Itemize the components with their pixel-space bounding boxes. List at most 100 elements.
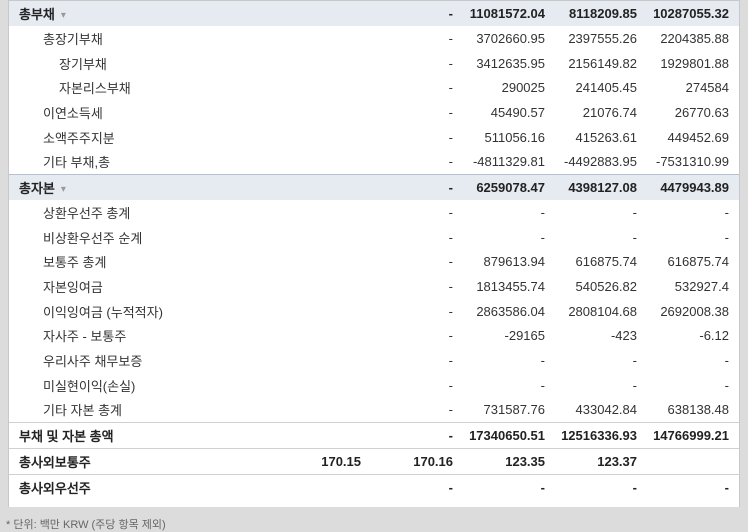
table-row: 자본리스부채 - 290025 241405.45 274584	[9, 75, 739, 100]
value-cell: 433042.84	[575, 402, 637, 418]
value-cell: -4492883.95	[563, 154, 637, 170]
value-cell	[279, 174, 371, 201]
row-label: 부채 및 자본 총액	[19, 429, 114, 445]
value-cell: -4811329.81	[472, 154, 545, 170]
row-label-cell: 보통주 총계	[9, 250, 279, 275]
row-label-cell: 총사외보통주	[9, 448, 279, 475]
row-label-cell: 자본잉여금	[9, 274, 279, 299]
chevron-down-icon[interactable]: ▾	[61, 184, 66, 195]
value-cell: 290025	[501, 80, 545, 96]
value-cell: -	[448, 279, 453, 295]
row-label: 상환우선주 총계	[43, 205, 131, 221]
value-cell: 170.15	[279, 448, 371, 475]
value-cell: 26770.63	[674, 104, 729, 120]
row-label: 이익잉여금 (누적적자)	[43, 304, 163, 320]
row-label-cell: 미실현이익(손실)	[9, 373, 279, 398]
value-cell: -	[463, 474, 555, 501]
row-label: 총부채	[19, 7, 55, 22]
value-cell: 123.35	[463, 448, 555, 475]
value-cell: -	[448, 377, 453, 393]
section-row[interactable]: 총부채 ▾ -11081572.04 8118209.85 10287055.32	[9, 1, 739, 26]
value-cell	[279, 348, 371, 373]
value-cell: 274584	[685, 80, 729, 96]
value-cell	[279, 225, 371, 250]
row-label: 기타 부채,총	[43, 155, 111, 171]
value-cell: 449452.69	[667, 129, 729, 145]
section-row[interactable]: 총자본 ▾ -6259078.47 4398127.08 4479943.89	[9, 174, 739, 201]
total-row: 총사외우선주 - - - -	[9, 474, 739, 501]
total-row: 부채 및 자본 총액 -17340650.51 12516336.93 1476699…	[9, 422, 739, 449]
balance-sheet-panel: 총부채 ▾ -11081572.04 8118209.85 10287055.32 총장기…	[8, 0, 740, 507]
row-label-cell: 이익잉여금 (누적적자)	[9, 299, 279, 324]
table-row: 비상환우선주 순계 - - - -	[9, 225, 739, 250]
row-label: 이연소득세	[43, 105, 103, 121]
value-cell: 616875.74	[667, 254, 729, 270]
unit-footnote: * 단위: 백만 KRW (주당 항목 제외)	[6, 519, 166, 531]
value-cell: -	[448, 254, 453, 270]
value-cell: 616875.74	[575, 254, 637, 270]
value-cell: -	[647, 474, 739, 501]
value-cell: 10287055.32	[647, 1, 739, 26]
value-cell	[279, 26, 371, 51]
value-cell	[279, 422, 371, 449]
value-cell: -	[371, 422, 463, 449]
value-cell	[279, 324, 371, 349]
row-label-cell: 자본리스부채	[9, 75, 279, 100]
value-cell	[279, 149, 371, 174]
row-label-cell: 기타 부채,총	[9, 149, 279, 174]
row-label-cell: 비상환우선주 순계	[9, 225, 279, 250]
value-cell: 21076.74	[582, 104, 637, 120]
value-cell: 638138.48	[667, 402, 729, 418]
value-cell: 731587.76	[483, 402, 545, 418]
row-label: 자본잉여금	[43, 280, 103, 296]
value-cell: 3412635.95	[476, 55, 545, 71]
value-cell: -423	[610, 328, 637, 344]
table-row: 자사주 - 보통주 - -29165 -423 -6.12	[9, 324, 739, 349]
row-label-cell: 기타 자본 총계	[9, 398, 279, 423]
value-cell	[279, 51, 371, 76]
value-cell	[279, 398, 371, 423]
value-cell: -7531310.99	[655, 154, 729, 170]
value-cell: 11081572.04	[463, 1, 555, 26]
value-cell: -	[448, 104, 453, 120]
chevron-down-icon[interactable]: ▾	[61, 10, 66, 21]
value-cell: 2156149.82	[568, 55, 637, 71]
value-cell: -	[448, 154, 453, 170]
value-cell: 14766999.21	[647, 422, 739, 449]
value-cell: -	[448, 328, 453, 344]
row-label: 보통주 총계	[43, 255, 107, 271]
value-cell: 415263.61	[575, 129, 637, 145]
value-cell: -	[448, 129, 453, 145]
value-cell: -	[632, 377, 637, 393]
value-cell: -	[448, 402, 453, 418]
row-label: 자본리스부채	[59, 81, 131, 97]
value-cell	[279, 250, 371, 275]
value-cell: 2204385.88	[660, 30, 729, 46]
table-row: 이연소득세 - 45490.57 21076.74 26770.63	[9, 100, 739, 125]
value-cell: 2397555.26	[568, 30, 637, 46]
row-label: 총사외보통주	[19, 455, 91, 471]
row-label-cell: 총부채 ▾	[9, 1, 279, 26]
value-cell: 123.37	[555, 448, 647, 475]
value-cell: -	[371, 174, 463, 201]
value-cell	[279, 75, 371, 100]
value-cell	[279, 1, 371, 26]
row-label-cell: 총사외우선주	[9, 474, 279, 501]
value-cell: -	[724, 229, 729, 245]
row-label-cell: 총장기부채	[9, 26, 279, 51]
value-cell: 17340650.51	[463, 422, 555, 449]
total-row: 총사외보통주 170.15 170.16 123.35 123.37	[9, 448, 739, 475]
value-cell: -	[448, 30, 453, 46]
row-label: 우리사주 채무보증	[43, 354, 143, 370]
value-cell	[647, 448, 739, 475]
value-cell: 879613.94	[483, 254, 545, 270]
row-label-cell: 이연소득세	[9, 100, 279, 125]
value-cell: 4479943.89	[647, 174, 739, 201]
value-cell	[279, 373, 371, 398]
value-cell: -	[632, 229, 637, 245]
value-cell: 12516336.93	[555, 422, 647, 449]
row-label: 총사외우선주	[19, 481, 91, 497]
value-cell: 511056.16	[484, 129, 546, 145]
row-label: 총장기부채	[43, 31, 103, 47]
row-label: 자사주 - 보통주	[43, 329, 127, 345]
